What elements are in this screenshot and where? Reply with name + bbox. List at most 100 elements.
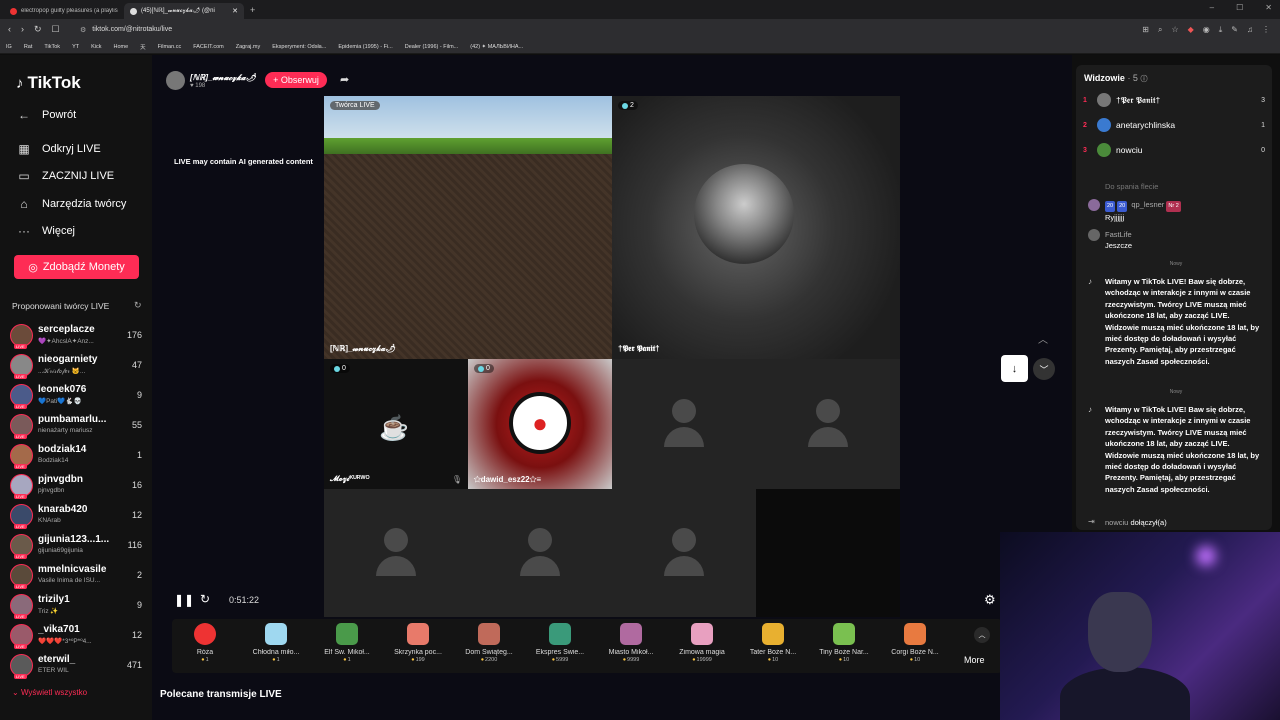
creator-item[interactable]: LIVE trizily1 Triz ✨ 9 — [10, 592, 144, 620]
gift-item[interactable]: Elf Św. Mikoł... 1 — [314, 623, 380, 663]
creator-item[interactable]: LIVE bodziak14 Bodziak14 1 — [10, 442, 144, 470]
gift-item[interactable]: Corgi Boże N... 10 — [882, 623, 948, 663]
guest-video[interactable]: 0 ☕ 𝓜𝓸𝔃𝓲ᴷᵁᴿᵂᴼ 🎙 — [324, 359, 468, 489]
share-icon[interactable]: ➦ — [340, 73, 349, 86]
reload-icon[interactable]: ↻ — [34, 24, 42, 35]
guest-video[interactable]: 0 ● ✩dawid_esz22✩≡ — [468, 359, 612, 489]
nav-creator-tools[interactable]: ⌂ Narzędzia twórcy — [16, 197, 126, 211]
menu-icon[interactable]: ⋮ — [1262, 25, 1270, 35]
gift-item[interactable]: Zimowa magia 19999 — [669, 623, 735, 663]
settings-icon[interactable]: ⚙ — [984, 592, 996, 608]
scroll-down-button[interactable]: ↓ — [1001, 355, 1028, 382]
maximize-icon[interactable]: ☐ — [1236, 3, 1243, 12]
gift-item[interactable]: Chłodna miło... 1 — [243, 623, 309, 663]
viewer-row[interactable]: 1 †𝕻𝖊𝖗 𝕻𝖆𝖓𝖎𝖙† 3 — [1083, 92, 1265, 108]
bookmark[interactable]: Rat — [24, 44, 33, 50]
zoom-icon[interactable]: ⌕ — [1158, 25, 1162, 35]
gift-item[interactable]: Ekspres Świe... 5999 — [527, 623, 593, 663]
bookmark[interactable]: Home — [113, 44, 128, 50]
extension-icon[interactable]: ◉ — [1203, 25, 1210, 35]
creator-item[interactable]: LIVE _vika701 ❤️❤️❤️*3*ºP*º4... 12 — [10, 622, 144, 650]
info-icon[interactable]: ⓘ — [1140, 76, 1147, 83]
more-gifts-button[interactable]: More — [964, 655, 985, 665]
close-window-icon[interactable]: ✕ — [1265, 3, 1272, 12]
creator-item[interactable]: LIVE gijunia123...1... gijunia69gijunia … — [10, 532, 144, 560]
music-icon[interactable]: ♫ — [1247, 25, 1253, 35]
creator-item[interactable]: LIVE leonek076 💙Pati💙🐇💀 9 — [10, 382, 144, 410]
creator-item[interactable]: LIVE mmelnicvasile Vasile Inima de ISU..… — [10, 562, 144, 590]
bookmark[interactable]: Epidemia (1995) - Fi... — [338, 44, 392, 50]
message-username[interactable]: FastLife — [1105, 229, 1268, 240]
puzzle-icon[interactable]: ✎ — [1231, 25, 1238, 35]
creator-item[interactable]: LIVE pumbamarlu... nienażarty mariusz 55 — [10, 412, 144, 440]
chevron-up-icon[interactable]: ︿ — [974, 627, 990, 643]
refresh-icon[interactable]: ↻ — [134, 300, 142, 311]
translate-icon[interactable]: ⊞ — [1142, 25, 1149, 35]
bookmark-icon[interactable]: ☐ — [52, 24, 60, 35]
creator-item[interactable]: LIVE nieogarniety ...𝒦𝓇𝒾𝓈𝓉𝑜𝒻𝑒𝓇 🐱... 47 — [10, 352, 144, 380]
bookmark[interactable]: Dealer (1996) - Film... — [405, 44, 459, 50]
empty-seat[interactable] — [756, 489, 900, 617]
gift-item[interactable]: Skrzynka poc... 199 — [385, 623, 451, 663]
nav-back[interactable]: ← Powrót — [16, 108, 76, 122]
bookmark[interactable]: Filman.cc — [158, 44, 182, 50]
close-tab-icon[interactable]: ✕ — [232, 7, 238, 15]
bookmark[interactable]: Eksperyment: Odsła... — [272, 44, 326, 50]
nav-more[interactable]: ··· Więcej — [16, 224, 75, 238]
refresh-icon[interactable]: ↻ — [200, 592, 210, 606]
host-video[interactable]: Twórca LIVE [ℕℝ]_𝔀𝓷𝓾𝓬𝔃𝓴𝓪🌶 — [324, 96, 612, 359]
bookmark[interactable]: FACEIT.com — [193, 44, 224, 50]
follow-button[interactable]: + Obserwuj — [265, 72, 327, 88]
viewer-row[interactable]: 3 nowciu 0 — [1083, 142, 1265, 158]
bookmark[interactable]: Zagraj.my — [236, 44, 260, 50]
minimize-icon[interactable]: – — [1210, 3, 1214, 12]
empty-seat[interactable] — [324, 489, 468, 617]
tiktok-logo[interactable]: ♪ TikTok — [16, 73, 81, 93]
gift-item[interactable]: Tiny Boże Nar... 10 — [811, 623, 877, 663]
url-field[interactable]: tiktok.com/@nitrotaku/live — [92, 26, 1142, 33]
creator-item[interactable]: LIVE knarab420 KNArab 12 — [10, 502, 144, 530]
message-username[interactable]: qp_lesner — [1131, 200, 1164, 209]
avatar[interactable] — [166, 71, 185, 90]
creator-item[interactable]: LIVE pjnvgdbn pjnvgdbn 16 — [10, 472, 144, 500]
bookmark[interactable]: Kick — [91, 44, 101, 50]
bookmark[interactable]: (42) ✦ МАЛЬВИНА... — [470, 44, 523, 50]
pause-icon[interactable]: ❚❚ — [174, 593, 194, 607]
chevron-up-icon[interactable]: ︿ — [1038, 331, 1048, 346]
creator-item[interactable]: LIVE eterwil_ ETER WIL 471 — [10, 652, 144, 680]
browser-tab-active[interactable]: (45)[ℕℝ]_𝔀𝓷𝓾𝓬𝔃𝓴𝓪🌶 (@ni ✕ — [124, 3, 244, 19]
star-icon[interactable]: ☆ — [1171, 25, 1178, 35]
site-info-icon[interactable]: ⚙ — [80, 26, 86, 34]
download-icon[interactable]: ⤓ — [1219, 25, 1223, 35]
avatar[interactable] — [1088, 199, 1100, 211]
see-all-link[interactable]: ⌄ Wyświetl wszystko — [12, 688, 87, 697]
bookmark[interactable]: 天 — [140, 43, 146, 51]
nav-discover-live[interactable]: ▦ Odkryj LIVE — [16, 142, 100, 156]
browser-tab[interactable]: electropop guilty pleasures (a playlis — [4, 3, 124, 19]
bookmark[interactable]: YT — [72, 44, 79, 50]
bookmark[interactable]: TikTok — [44, 44, 60, 50]
forward-icon[interactable]: › — [21, 24, 24, 35]
join-username[interactable]: nowciu — [1105, 518, 1128, 527]
gift-item[interactable]: Tater Boże N... 10 — [740, 623, 806, 663]
guest-video[interactable]: 2 †𝕻𝖊𝖗 𝕻𝖆𝖓𝖎𝖙† — [612, 96, 900, 359]
get-coins-button[interactable]: ◎ Zdobądź Monety — [14, 255, 139, 279]
bookmark[interactable]: IG — [6, 44, 12, 50]
avatar[interactable] — [1088, 229, 1100, 241]
viewer-row[interactable]: 2 anetarychlinska 1 — [1083, 117, 1265, 133]
nav-start-live[interactable]: ▭ ZACZNIJ LIVE — [16, 169, 114, 183]
empty-seat[interactable] — [612, 489, 756, 617]
gift-item[interactable]: Miasto Mikoł... 9999 — [598, 623, 664, 663]
empty-seat[interactable] — [612, 359, 756, 489]
new-tab-icon[interactable]: + — [250, 5, 255, 15]
empty-seat[interactable] — [756, 359, 900, 489]
host-name[interactable]: [ℕℝ]_𝔀𝓷𝓾𝓬𝔃𝓴𝓪🌶 — [190, 73, 256, 83]
new-divider: Nowy — [1169, 261, 1183, 267]
gift-item[interactable]: Róża 1 — [172, 623, 238, 663]
shield-icon[interactable]: ◆ — [1188, 25, 1194, 35]
gift-item[interactable]: Dom Świąteg... 2200 — [456, 623, 522, 663]
empty-seat[interactable] — [468, 489, 612, 617]
creator-item[interactable]: LIVE serceplacze 💜✦AhcslA✦Anz... 176 — [10, 322, 144, 350]
back-icon[interactable]: ‹ — [8, 24, 11, 35]
chevron-down-icon[interactable]: ﹀ — [1033, 358, 1055, 380]
